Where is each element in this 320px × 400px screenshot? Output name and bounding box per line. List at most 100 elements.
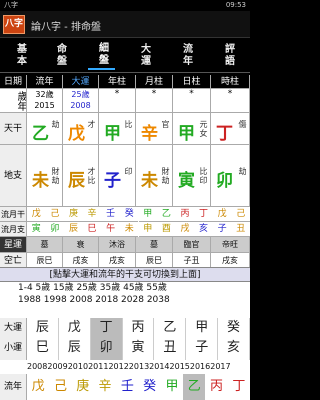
liuyue-gan-item-7[interactable]: 乙 bbox=[157, 207, 176, 222]
xingyun-item-2: 沐浴 bbox=[99, 237, 136, 253]
tiangan-cell-1[interactable]: 戊才 bbox=[63, 113, 99, 145]
liuyue-gan-item-0[interactable]: 戊 bbox=[27, 207, 46, 222]
tiangan-cell-3[interactable]: 辛官 bbox=[136, 113, 173, 145]
dayun-cell-0[interactable]: 辰巳 bbox=[27, 318, 59, 360]
tiangan-cell-4[interactable]: 甲元女 bbox=[173, 113, 211, 145]
xingyun-item-0: 墓 bbox=[27, 237, 63, 253]
liuyue-gan-item-10[interactable]: 戊 bbox=[212, 207, 232, 222]
liuyue-zhi-item-7[interactable]: 酉 bbox=[157, 222, 176, 237]
liunian-gan-9[interactable]: 丁 bbox=[228, 374, 250, 400]
tiangan-cell-2[interactable]: 甲比 bbox=[99, 113, 136, 145]
dizhi-char-4: 寅 bbox=[178, 171, 195, 191]
dizhi-cell-0[interactable]: 未財劫 bbox=[27, 145, 63, 207]
dizhi-char-0: 未 bbox=[32, 171, 49, 191]
tab-3[interactable]: 大運 bbox=[130, 40, 157, 70]
dizhi-side-5: 劫 bbox=[238, 167, 247, 176]
liuyue-zhi-item-6[interactable]: 申 bbox=[138, 222, 158, 237]
xingyun-label: 星運 bbox=[0, 237, 27, 253]
dizhi-cell-1[interactable]: 辰才比 bbox=[63, 145, 99, 207]
tab-2[interactable]: 細盤 bbox=[88, 40, 115, 70]
dizhi-char-5: 卯 bbox=[216, 171, 233, 191]
tab-0[interactable]: 基本 bbox=[6, 40, 33, 70]
liuyue-zhi-item-4[interactable]: 午 bbox=[101, 222, 120, 237]
liuyue-zhi-item-8[interactable]: 戌 bbox=[175, 222, 195, 237]
dayun-cell-5[interactable]: 甲子 bbox=[186, 318, 219, 360]
dizhi-cell-5[interactable]: 卯劫 bbox=[211, 145, 250, 207]
tab-4[interactable]: 流年 bbox=[172, 40, 199, 70]
dizhi-cell-2[interactable]: 子印 bbox=[99, 145, 136, 207]
tiangan-char-0: 乙 bbox=[32, 124, 49, 144]
dizhi-char-1: 辰 bbox=[68, 171, 85, 191]
dizhi-cell-4[interactable]: 寅比印 bbox=[173, 145, 211, 207]
tiangan-char-2: 甲 bbox=[104, 124, 121, 144]
app-logo[interactable]: 八字 bbox=[3, 15, 25, 34]
tiangan-char-1: 戊 bbox=[68, 124, 85, 144]
tab-5[interactable]: 評語 bbox=[214, 40, 241, 70]
tiangan-cell-5[interactable]: 丁傷 bbox=[211, 113, 250, 145]
app-title: 論八字 - 排命盤 bbox=[31, 22, 101, 33]
xingyun-item-1: 衰 bbox=[63, 237, 99, 253]
liuyue-gan-item-6[interactable]: 甲 bbox=[138, 207, 158, 222]
dayun-gan-5: 甲 bbox=[195, 320, 209, 335]
header-5: 日柱 bbox=[173, 75, 211, 89]
dayun-cell-3[interactable]: 丙寅 bbox=[123, 318, 155, 360]
dayun-cell-1[interactable]: 戊辰 bbox=[59, 318, 91, 360]
tiangan-side-2: 比 bbox=[124, 120, 133, 129]
liuyue-zhi-item-9[interactable]: 亥 bbox=[194, 222, 213, 237]
liunian-gan-3[interactable]: 辛 bbox=[94, 374, 116, 400]
liunian-gan-1[interactable]: 己 bbox=[49, 374, 71, 400]
liuyue-gan-item-8[interactable]: 丙 bbox=[175, 207, 195, 222]
star-0: * bbox=[99, 89, 136, 113]
liuyue-zhi-item-3[interactable]: 巳 bbox=[82, 222, 102, 237]
liuyue-gan-item-11[interactable]: 己 bbox=[231, 207, 250, 222]
dayun-age[interactable]: 25歲 2008 bbox=[63, 89, 99, 113]
dizhi-cell-3[interactable]: 未財劫 bbox=[136, 145, 173, 207]
liuyue-zhi-item-11[interactable]: 丑 bbox=[231, 222, 250, 237]
tiangan-cell-0[interactable]: 乙劫 bbox=[27, 113, 63, 145]
liuyue-gan-item-1[interactable]: 己 bbox=[45, 207, 65, 222]
dayun-cell-6[interactable]: 癸亥 bbox=[218, 318, 250, 360]
liunian-gan-6[interactable]: 甲 bbox=[161, 374, 183, 400]
liunian-gan-4[interactable]: 壬 bbox=[116, 374, 138, 400]
dayun-cell-2[interactable]: 丁卯 bbox=[90, 318, 123, 360]
tiangan-side-5: 傷 bbox=[238, 120, 247, 129]
liuyue-gan-item-9[interactable]: 丁 bbox=[194, 207, 213, 222]
star-2: * bbox=[173, 89, 211, 113]
liunian-age[interactable]: 32歲 2015 bbox=[27, 89, 63, 113]
tiangan-side-4: 元女 bbox=[199, 120, 208, 138]
dayun-zhi-4: 丑 bbox=[163, 340, 177, 355]
liuyue-gan-item-4[interactable]: 壬 bbox=[101, 207, 120, 222]
tab-1[interactable]: 命盤 bbox=[46, 40, 73, 70]
dizhi-char-3: 未 bbox=[141, 171, 158, 191]
dayun-gan-6: 癸 bbox=[227, 320, 241, 335]
liuyue-zhi-item-0[interactable]: 寅 bbox=[27, 222, 46, 237]
star-3: * bbox=[211, 89, 250, 113]
hint-text: [點擊大運和流年的干支可切換到上面] bbox=[0, 267, 250, 282]
tiangan-char-4: 甲 bbox=[178, 124, 195, 144]
liunian-gan-2[interactable]: 庚 bbox=[72, 374, 94, 400]
liuyue-gan-item-2[interactable]: 庚 bbox=[64, 207, 83, 222]
dayun-gan-0: 辰 bbox=[35, 320, 49, 335]
liunian-gan-7[interactable]: 乙 bbox=[183, 374, 206, 400]
liuyue-zhi: 流月支寅卯辰巳午未申酉戌亥子丑 bbox=[0, 222, 250, 237]
dayun-cell-4[interactable]: 乙丑 bbox=[154, 318, 187, 360]
liuyue-zhi-item-2[interactable]: 辰 bbox=[64, 222, 83, 237]
liuyue-zhi-item-5[interactable]: 未 bbox=[119, 222, 139, 237]
header-6: 時柱 bbox=[211, 75, 250, 89]
liunian-gan-0[interactable]: 戊 bbox=[27, 374, 49, 400]
liuyue-gan-item-5[interactable]: 癸 bbox=[119, 207, 139, 222]
liunian-row: 流年戊己庚辛壬癸甲乙丙丁 bbox=[0, 374, 250, 400]
dayun-zhi-1: 辰 bbox=[67, 340, 81, 355]
dayun-zhi-0: 巳 bbox=[35, 340, 49, 355]
liunian-gan-8[interactable]: 丙 bbox=[205, 374, 227, 400]
liuyue-gan: 流月干戊己庚辛壬癸甲乙丙丁戊己 bbox=[0, 207, 250, 222]
liuyue-zhi-item-10[interactable]: 子 bbox=[212, 222, 232, 237]
tab-bar: 基本 命盤 細盤 大運 流年 評語 bbox=[0, 38, 250, 73]
dayun-zhi-3: 寅 bbox=[131, 340, 145, 355]
liunian-gan-5[interactable]: 癸 bbox=[139, 374, 161, 400]
liuyue-zhi-item-1[interactable]: 卯 bbox=[45, 222, 65, 237]
tiangan-side-0: 劫 bbox=[51, 120, 60, 129]
liuyue-gan-item-3[interactable]: 辛 bbox=[82, 207, 102, 222]
dayun-row: 大運 小運辰巳戊辰丁卯丙寅乙丑甲子癸亥 bbox=[0, 318, 250, 360]
age-line-1: 1-4 5歲 15歲 25歲 35歲 45歲 55歲 bbox=[18, 283, 167, 293]
